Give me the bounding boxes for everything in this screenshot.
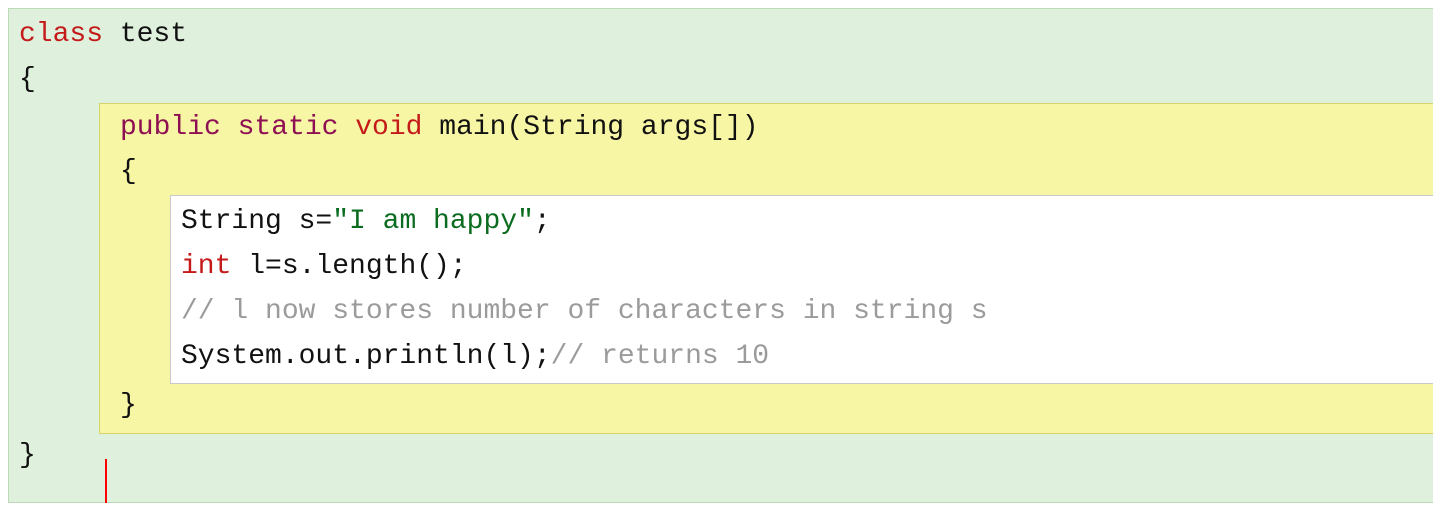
stmt-string-decl: String s="I am happy"; [171, 200, 1433, 245]
inline-comment: // returns 10 [551, 341, 769, 372]
comment-line: // l now stores number of characters in … [171, 290, 1433, 335]
class-open-brace: { [9, 58, 1433, 103]
stmt-println: System.out.println(l);// returns 10 [171, 335, 1433, 380]
code-text: l=s.length(); [231, 251, 466, 282]
keyword-void: void [355, 112, 422, 143]
cursor-marker [105, 459, 107, 503]
method-body: String s="I am happy"; int l=s.length();… [170, 195, 1433, 384]
keyword-int: int [181, 251, 231, 282]
class-declaration: class test [9, 13, 1433, 58]
code-text: ; [534, 206, 551, 237]
keyword-class: class [19, 19, 103, 50]
string-literal: "I am happy" [332, 206, 534, 237]
stmt-int-decl: int l=s.length(); [171, 245, 1433, 290]
class-close-brace: } [9, 434, 1433, 479]
code-text: System.out.println(l); [181, 341, 551, 372]
method-modifiers: public static [120, 112, 355, 143]
class-name: test [103, 19, 187, 50]
class-block: class test { public static void main(Str… [8, 8, 1433, 503]
method-signature: public static void main(String args[]) [100, 106, 1433, 151]
code-text: String s= [181, 206, 332, 237]
method-name-params: main(String args[]) [422, 112, 758, 143]
method-open-brace: { [100, 150, 1433, 195]
method-block: public static void main(String args[]) {… [99, 103, 1433, 435]
code-snippet: class test { public static void main(Str… [0, 0, 1433, 515]
method-close-brace: } [100, 384, 1433, 429]
